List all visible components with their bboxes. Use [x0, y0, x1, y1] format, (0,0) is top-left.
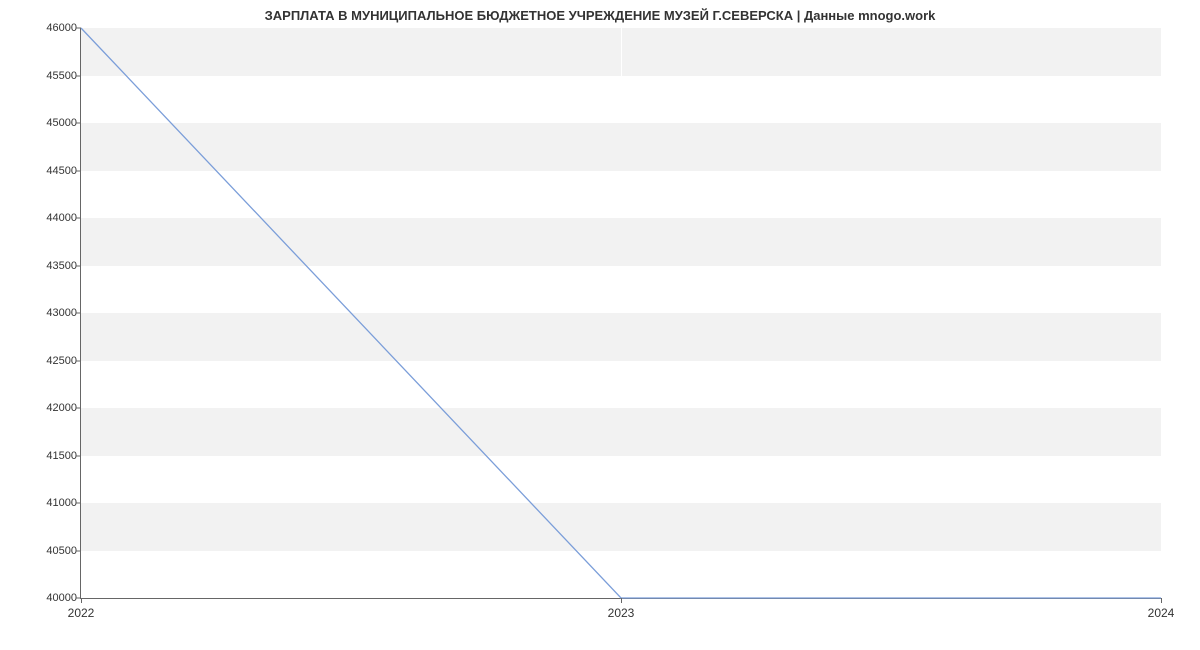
- y-tick-mark: [76, 313, 81, 314]
- x-tick-mark: [1161, 598, 1162, 603]
- y-tick-mark: [76, 218, 81, 219]
- y-tick-label: 43000: [39, 307, 77, 319]
- plot-area: 4000040500410004150042000425004300043500…: [80, 28, 1161, 599]
- y-tick-label: 43500: [39, 260, 77, 272]
- y-tick-label: 41000: [39, 497, 77, 509]
- series-line-salary: [81, 28, 1161, 598]
- y-tick-label: 46000: [39, 22, 77, 34]
- y-tick-mark: [76, 123, 81, 124]
- y-tick-mark: [76, 170, 81, 171]
- chart-title: ЗАРПЛАТА В МУНИЦИПАЛЬНОЕ БЮДЖЕТНОЕ УЧРЕЖ…: [0, 8, 1200, 23]
- y-tick-label: 45500: [39, 70, 77, 82]
- y-tick-mark: [76, 455, 81, 456]
- y-tick-label: 44000: [39, 212, 77, 224]
- y-tick-mark: [76, 360, 81, 361]
- y-tick-label: 42500: [39, 355, 77, 367]
- y-tick-mark: [76, 265, 81, 266]
- y-tick-mark: [76, 503, 81, 504]
- y-tick-label: 40500: [39, 545, 77, 557]
- x-tick-label: 2023: [608, 606, 635, 620]
- y-tick-label: 41500: [39, 450, 77, 462]
- y-tick-label: 40000: [39, 592, 77, 604]
- y-tick-label: 44500: [39, 165, 77, 177]
- x-tick-label: 2022: [68, 606, 95, 620]
- y-tick-mark: [76, 550, 81, 551]
- y-tick-mark: [76, 408, 81, 409]
- y-tick-label: 45000: [39, 117, 77, 129]
- y-tick-mark: [76, 75, 81, 76]
- chart-container: ЗАРПЛАТА В МУНИЦИПАЛЬНОЕ БЮДЖЕТНОЕ УЧРЕЖ…: [0, 0, 1200, 650]
- y-tick-mark: [76, 28, 81, 29]
- x-tick-mark: [81, 598, 82, 603]
- line-series-svg: [81, 28, 1161, 598]
- x-tick-mark: [621, 598, 622, 603]
- y-tick-label: 42000: [39, 402, 77, 414]
- x-tick-label: 2024: [1148, 606, 1175, 620]
